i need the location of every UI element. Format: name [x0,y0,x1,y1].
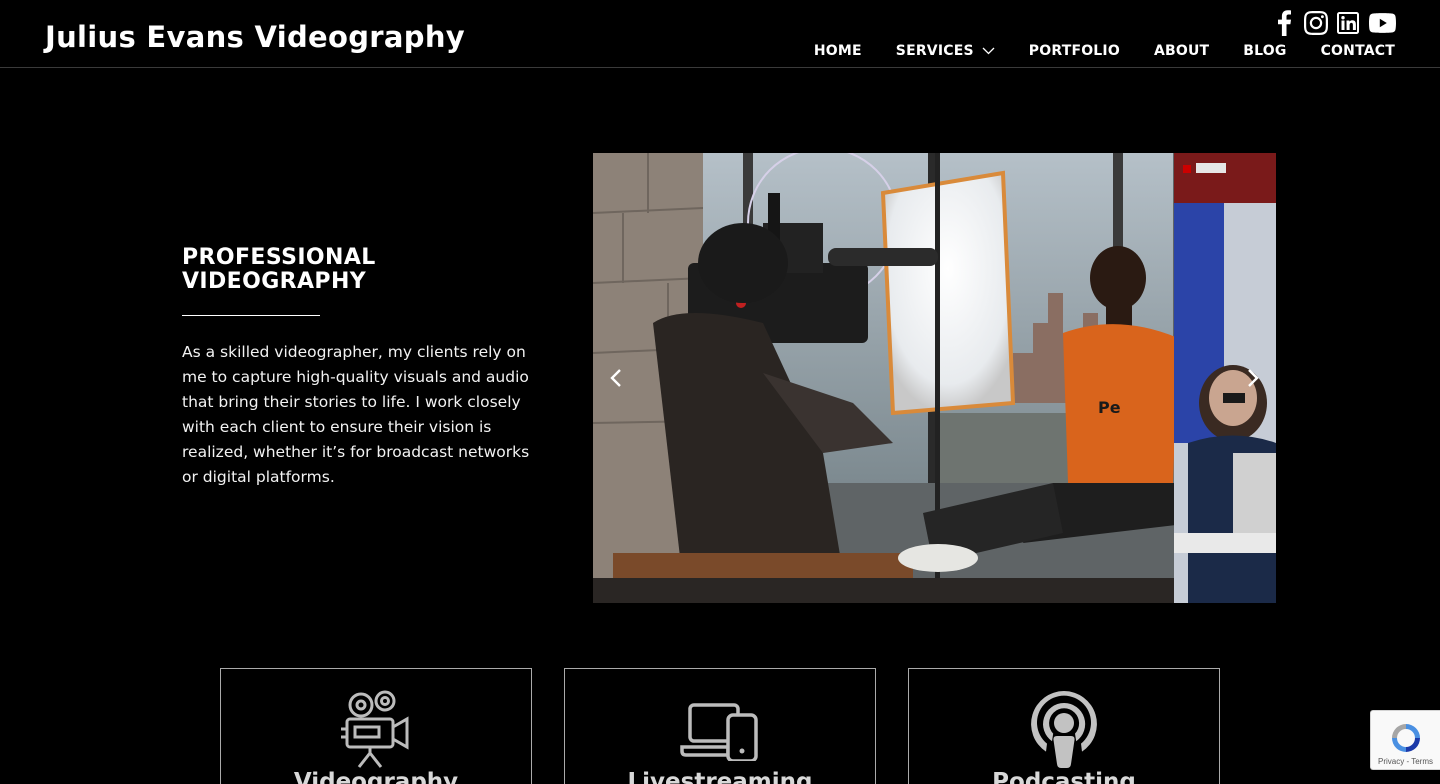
main-nav: HOME SERVICES PORTFOLIO ABOUT BLOG CONTA… [814,43,1395,59]
nav-about[interactable]: ABOUT [1154,43,1209,59]
service-card-podcasting[interactable]: Podcasting [908,668,1220,784]
recaptcha-icon [1392,724,1420,752]
chevron-down-icon [982,43,995,59]
recaptcha-links[interactable]: Privacy - Terms [1371,757,1440,766]
nav-home[interactable]: HOME [814,43,862,59]
service-label: Podcasting [992,769,1136,784]
heading-divider [182,315,320,316]
social-links [1272,10,1396,36]
film-camera-icon [221,689,531,769]
intro-section: PROFESSIONAL VIDEOGRAPHY As a skilled vi… [182,246,542,490]
nav-contact[interactable]: CONTACT [1321,43,1395,59]
nav-portfolio[interactable]: PORTFOLIO [1029,43,1120,59]
linkedin-icon[interactable] [1336,10,1360,36]
intro-heading: PROFESSIONAL VIDEOGRAPHY [182,246,542,294]
service-card-livestreaming[interactable]: Livestreaming [564,668,876,784]
intro-body: As a skilled videographer, my clients re… [182,343,530,486]
youtube-icon[interactable] [1368,10,1396,36]
slide-image-film-set: Pe [593,153,1276,603]
service-card-videography[interactable]: Videography [220,668,532,784]
recaptcha-badge[interactable]: Privacy - Terms [1370,710,1440,770]
intro-heading-line1: PROFESSIONAL [182,245,376,270]
laptop-phone-icon [565,689,875,761]
site-title[interactable]: Julius Evans Videography [45,20,465,54]
chevron-left-icon [610,369,621,387]
nav-services[interactable]: SERVICES [896,43,995,59]
podcast-icon [909,689,1219,769]
facebook-icon[interactable] [1272,10,1296,36]
site-header: Julius Evans Videography HOME SERVICES P… [0,0,1440,68]
slider-prev-button[interactable] [602,364,630,392]
nav-services-label: SERVICES [895,43,974,59]
slider-next-button[interactable] [1239,364,1267,392]
service-label: Livestreaming [627,769,813,784]
chevron-right-icon [1248,369,1259,387]
service-label: Videography [293,769,459,784]
svg-text:Pe: Pe [1098,398,1121,417]
instagram-icon[interactable] [1304,10,1328,36]
intro-heading-line2: VIDEOGRAPHY [182,269,367,294]
image-slider[interactable]: Pe [593,153,1276,603]
nav-blog[interactable]: BLOG [1243,43,1286,59]
